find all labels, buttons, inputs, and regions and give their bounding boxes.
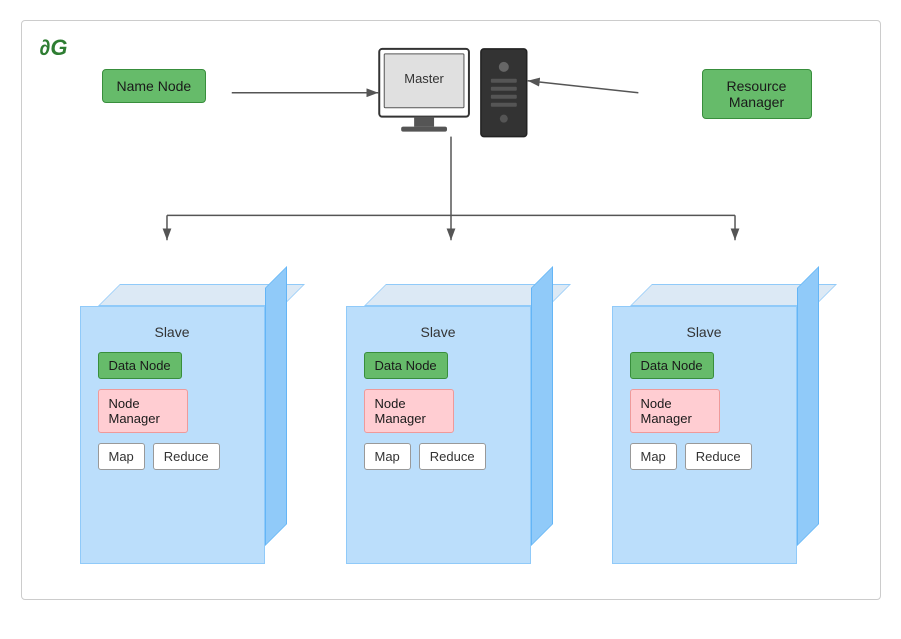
slave-3-node-manager: Node Manager [630, 389, 720, 433]
resource-manager-label: Resource Manager [727, 78, 787, 110]
slave-1-data-node: Data Node [98, 352, 182, 379]
slave-2-bottom: Map Reduce [364, 443, 513, 470]
slave-2-label: Slave [364, 324, 513, 340]
slave-3-reduce: Reduce [685, 443, 752, 470]
slave-3-label: Slave [630, 324, 779, 340]
slave-1-cube: Slave Data Node Node Manager Map Reduce [80, 284, 290, 569]
slave-2-cube: Slave Data Node Node Manager Map Reduce [346, 284, 556, 569]
cube-right-2 [531, 266, 553, 546]
slaves-row: Slave Data Node Node Manager Map Reduce … [22, 284, 880, 569]
slave-2-reduce: Reduce [419, 443, 486, 470]
resource-manager-box: Resource Manager [702, 69, 812, 119]
slave-3-cube: Slave Data Node Node Manager Map Reduce [612, 284, 822, 569]
cube-right-1 [265, 266, 287, 546]
slave-2-data-node: Data Node [364, 352, 448, 379]
slave-1-content: Slave Data Node Node Manager Map Reduce [90, 316, 255, 478]
slave-1-label: Slave [98, 324, 247, 340]
slave-3-data-node: Data Node [630, 352, 714, 379]
slave-1-map: Map [98, 443, 145, 470]
slave-1-node-manager: Node Manager [98, 389, 188, 433]
name-node-box: Name Node [102, 69, 207, 103]
diagram-container: ∂G Master [21, 20, 881, 600]
svg-text:Master: Master [404, 71, 444, 86]
slave-1-bottom: Map Reduce [98, 443, 247, 470]
slave-2-node-manager: Node Manager [364, 389, 454, 433]
logo: ∂G [40, 35, 68, 61]
slave-2-map: Map [364, 443, 411, 470]
slave-3-map: Map [630, 443, 677, 470]
cube-right-3 [797, 266, 819, 546]
slave-2-content: Slave Data Node Node Manager Map Reduce [356, 316, 521, 478]
slave-3-content: Slave Data Node Node Manager Map Reduce [622, 316, 787, 478]
slave-3-bottom: Map Reduce [630, 443, 779, 470]
slave-1-reduce: Reduce [153, 443, 220, 470]
